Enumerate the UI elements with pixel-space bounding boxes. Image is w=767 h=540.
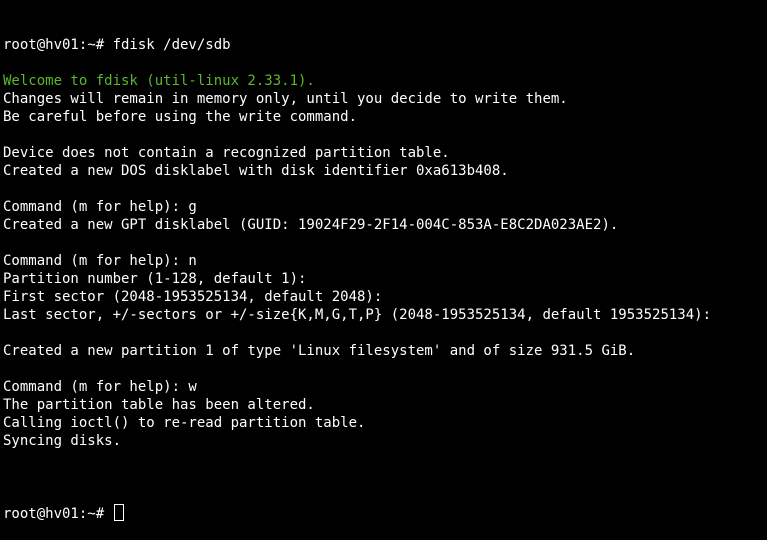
terminal-line: Created a new DOS disklabel with disk id… [3, 163, 509, 179]
terminal-line: Device does not contain a recognized par… [3, 145, 450, 161]
terminal-line: root@hv01:~# fdisk /dev/sdb [3, 37, 231, 53]
terminal-line: Last sector, +/-sectors or +/-size{K,M,G… [3, 307, 712, 323]
terminal-line: Created a new GPT disklabel (GUID: 19024… [3, 217, 619, 233]
terminal-line: Changes will remain in memory only, unti… [3, 91, 568, 107]
terminal-line: Created a new partition 1 of type 'Linux… [3, 343, 636, 359]
terminal-line: Command (m for help): w [3, 379, 197, 395]
prompt-line[interactable]: root@hv01:~# [3, 504, 767, 522]
terminal-line: Calling ioctl() to re-read partition tab… [3, 415, 366, 431]
terminal-line: Syncing disks. [3, 433, 122, 449]
terminal-line: Partition number (1-128, default 1): [3, 271, 307, 287]
shell-prompt: root@hv01:~# [3, 506, 113, 522]
terminal-line: Be careful before using the write comman… [3, 109, 358, 125]
terminal-line: The partition table has been altered. [3, 397, 315, 413]
terminal-line: Welcome to fdisk (util-linux 2.33.1). [3, 73, 315, 89]
terminal-window[interactable]: root@hv01:~# fdisk /dev/sdb Welcome to fd… [3, 0, 767, 522]
terminal-output: root@hv01:~# fdisk /dev/sdb Welcome to fd… [3, 36, 767, 468]
terminal-line: Command (m for help): g [3, 199, 197, 215]
text-cursor [113, 504, 124, 521]
terminal-line: Command (m for help): n [3, 253, 197, 269]
terminal-line: First sector (2048-1953525134, default 2… [3, 289, 383, 305]
